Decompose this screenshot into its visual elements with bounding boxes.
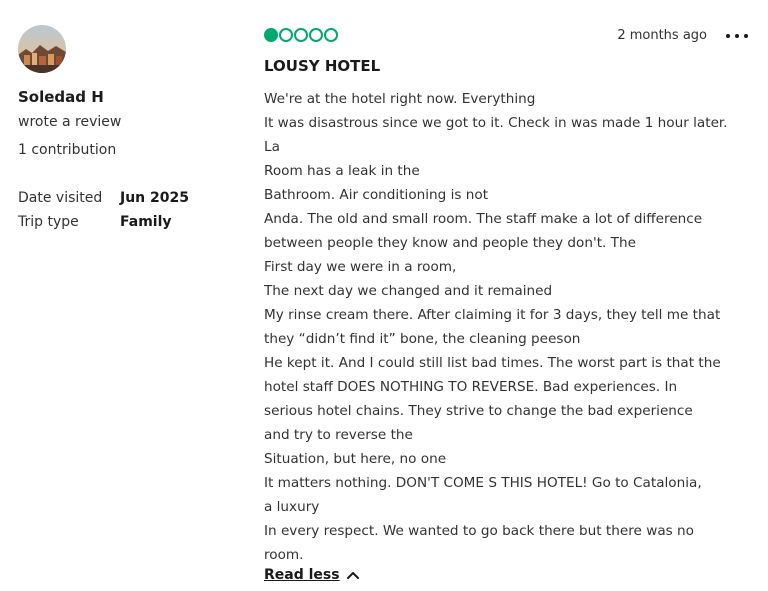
- review-text-line: hotel staff DOES NOTHING TO REVERSE. Bad…: [264, 379, 678, 395]
- review-date: 2 months ago: [617, 28, 707, 43]
- dot: [735, 34, 739, 38]
- read-less-label: Read less: [264, 567, 340, 583]
- dot: [726, 34, 730, 38]
- rating-bubble-empty: [324, 28, 338, 42]
- reviewer-name[interactable]: Soledad H: [18, 88, 104, 106]
- review-title: LOUSY HOTEL: [264, 57, 381, 75]
- review-text-line: serious hotel chains. They strive to cha…: [264, 403, 693, 419]
- avatar-image: [18, 25, 66, 73]
- review-text-line: and try to reverse the: [264, 427, 413, 443]
- review-text-line: It matters nothing. DON'T COME S THIS HO…: [264, 475, 702, 491]
- review-text-line: He kept it. And I could still list bad t…: [264, 355, 721, 371]
- avatar[interactable]: [18, 25, 66, 73]
- rating-bubble-empty: [279, 28, 293, 42]
- review-text-line: between people they know and people they…: [264, 235, 636, 251]
- review-text-line: My rinse cream there. After claiming it …: [264, 307, 721, 323]
- rating-bubble-filled: [264, 28, 278, 42]
- review-text-line: In every respect. We wanted to go back t…: [264, 523, 694, 539]
- review-text-line: First day we were in a room,: [264, 259, 457, 275]
- review-text-line: La: [264, 139, 280, 155]
- rating-bubble-empty: [309, 28, 323, 42]
- review-text-line: It was disastrous since we got to it. Ch…: [264, 115, 728, 131]
- review-text-line: The next day we changed and it remained: [264, 283, 553, 299]
- date-visited-value: Jun 2025: [120, 190, 189, 206]
- reviewer-action: wrote a review: [18, 114, 122, 130]
- review-text-line: they “didn’t find it” bone, the cleaning…: [264, 331, 581, 347]
- review-text-line: Bathroom. Air conditioning is not: [264, 187, 489, 203]
- review-text-line: Room has a leak in the: [264, 163, 420, 179]
- more-options-icon[interactable]: [726, 28, 748, 44]
- review-text-line: We're at the hotel right now. Everything: [264, 91, 536, 107]
- review-text-line: Situation, but here, no one: [264, 451, 447, 467]
- trip-type-label: Trip type: [18, 214, 79, 230]
- rating-bubble-empty: [294, 28, 308, 42]
- review-text-line: Anda. The old and small room. The staff …: [264, 211, 703, 227]
- rating-bubbles: [264, 28, 338, 42]
- read-less-button[interactable]: Read less: [264, 567, 360, 583]
- review-body: We're at the hotel right now. Everything…: [264, 87, 760, 567]
- reviewer-contributions: 1 contribution: [18, 142, 117, 158]
- dot: [744, 34, 748, 38]
- chevron-up-icon: [346, 572, 359, 579]
- review-text-line: a luxury: [264, 499, 320, 515]
- trip-type-value: Family: [120, 214, 172, 230]
- review-text-line: room.: [264, 547, 304, 563]
- date-visited-label: Date visited: [18, 190, 103, 206]
